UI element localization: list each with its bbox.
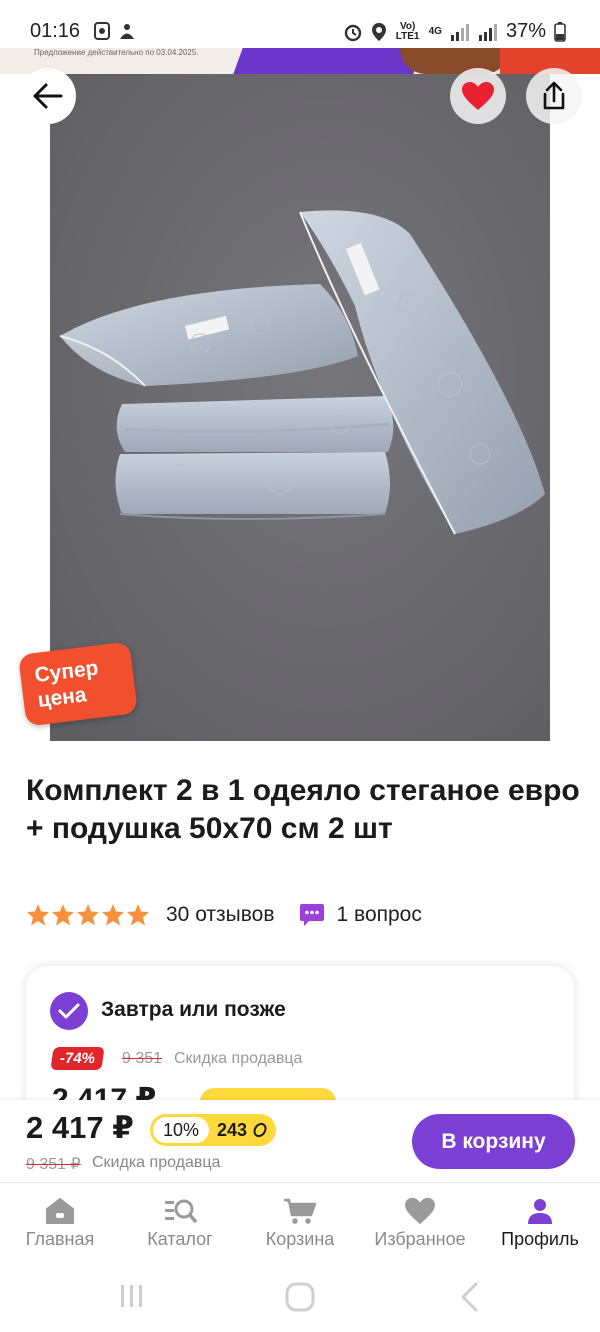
questions-link[interactable]: 1 вопрос (337, 903, 422, 927)
back-button[interactable] (20, 68, 76, 124)
rating-row[interactable]: 30 отзывов 1 вопрос (26, 900, 422, 930)
delivery-option-title: Завтра или позже (101, 998, 286, 1021)
heart-icon (462, 82, 494, 110)
check-icon (50, 992, 88, 1030)
bottom-nav: Главная Каталог Корзина Избранное Профил… (0, 1183, 600, 1265)
product-image[interactable] (50, 74, 550, 741)
old-price: 9 351 (122, 1050, 163, 1067)
status-time: 01:16 (30, 20, 81, 42)
question-chat-icon (299, 902, 325, 928)
status-left-icons (94, 22, 136, 40)
star-icon (27, 904, 49, 926)
pillows-illustration (50, 74, 550, 741)
nav-label: Каталог (147, 1229, 213, 1249)
home-button-icon[interactable] (284, 1281, 316, 1313)
status-bar: 01:16 Vo) LTE1 4G 37% (0, 0, 600, 48)
signal-2-icon (478, 23, 497, 41)
nav-item-profile[interactable]: Профиль (480, 1183, 600, 1265)
cart-icon (284, 1198, 317, 1224)
alarm-icon (344, 24, 361, 41)
status-right: Vo) LTE1 4G 37% (343, 20, 566, 43)
system-back-icon[interactable] (458, 1281, 480, 1313)
rating-stars (26, 903, 150, 927)
star-icon (102, 904, 124, 926)
product-title: Комплект 2 в 1 одеяло стеганое евро + по… (26, 774, 580, 845)
reviews-link[interactable]: 30 отзывов (166, 903, 275, 927)
promo-shape (233, 48, 423, 74)
nav-label: Главная (25, 1229, 95, 1249)
home-icon (46, 1198, 74, 1224)
star-icon (77, 904, 99, 926)
buy-bar: 2 417 ₽ 10% 243 9 351 ₽ Скидка продавца … (0, 1100, 600, 1183)
star-icon (127, 904, 149, 926)
add-to-cart-button[interactable]: В корзину (412, 1114, 575, 1169)
nav-item-home[interactable]: Главная (0, 1183, 120, 1265)
star-icon (52, 904, 74, 926)
super-price-badge: Супер цена (18, 641, 138, 727)
share-icon (543, 81, 565, 110)
seller-discount-label: Скидка продавца (174, 1050, 303, 1067)
nav-label: Избранное (374, 1229, 466, 1249)
old-price: 9 351 ₽ (26, 1156, 81, 1173)
bonus-percent: 10% (153, 1117, 210, 1143)
bonus-amount: 243 (217, 1119, 248, 1140)
nav-label: Корзина (265, 1229, 335, 1249)
recent-apps-icon[interactable] (118, 1281, 146, 1309)
notification-icon (94, 22, 110, 40)
bonus-coin-icon (252, 1122, 268, 1138)
nav-item-cart[interactable]: Корзина (240, 1183, 360, 1265)
catalog-search-icon (165, 1199, 197, 1223)
volte-label: Vo) LTE1 (395, 20, 420, 42)
battery-icon (554, 21, 566, 42)
system-nav (0, 1265, 600, 1332)
favorite-button[interactable] (450, 68, 506, 124)
seller-discount-label: Скидка продавца (92, 1154, 221, 1171)
discount-badge: -74% (50, 1047, 105, 1070)
nav-item-favorites[interactable]: Избранное (360, 1183, 480, 1265)
nav-label: Профиль (501, 1229, 579, 1249)
battery-text: 37% (505, 20, 546, 42)
arrow-left-icon (33, 83, 63, 109)
promo-shape (400, 48, 510, 74)
bonus-pill[interactable]: 10% 243 (150, 1114, 277, 1146)
heart-icon (405, 1197, 435, 1225)
signal-icon (450, 23, 469, 41)
location-icon (371, 22, 386, 41)
app-notification-icon (120, 24, 134, 39)
profile-icon (528, 1199, 552, 1224)
current-price: 2 417 ₽ (26, 1110, 134, 1145)
net-type-label: 4G (428, 25, 442, 37)
promo-text: Предложение действительно по 03.04.2025. (34, 48, 199, 57)
promo-banner[interactable]: Предложение действительно по 03.04.2025. (0, 48, 600, 74)
nav-item-catalog[interactable]: Каталог (120, 1183, 240, 1265)
share-button[interactable] (526, 68, 582, 124)
